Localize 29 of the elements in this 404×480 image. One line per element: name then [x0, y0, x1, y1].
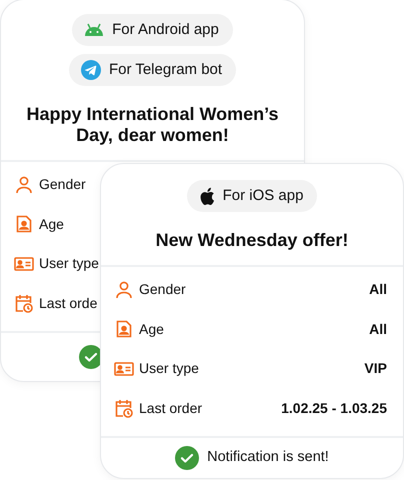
filter-value: All	[369, 320, 387, 339]
status-text: Notification is sent!	[207, 448, 329, 468]
card-title: Happy International Women’s Day, dear women!	[25, 104, 280, 146]
filter-value: VIP	[364, 359, 387, 378]
apple-icon	[198, 187, 215, 205]
filter-label: Age	[139, 320, 164, 339]
filter-label: Gender	[39, 175, 86, 194]
id-card-icon	[14, 256, 34, 272]
filter-label: Last orde	[39, 294, 98, 313]
portrait-icon	[115, 320, 133, 338]
android-icon	[84, 23, 104, 37]
calendar-clock-icon	[115, 398, 133, 418]
id-card-icon	[114, 360, 134, 377]
filter-label: Age	[39, 214, 64, 234]
platform-tag: For Android app	[72, 14, 233, 46]
platform-tag: For iOS app	[186, 180, 318, 212]
person-icon	[15, 176, 33, 194]
person-icon	[115, 280, 133, 299]
filter-label: Gender	[139, 280, 186, 300]
telegram-icon	[80, 60, 101, 80]
filter-label: Last order	[139, 398, 202, 418]
calendar-clock-icon	[15, 294, 33, 313]
filter-label: User type	[39, 254, 99, 274]
filter-label: User type	[139, 359, 199, 378]
card-title: New Wednesday offer!	[156, 230, 348, 251]
filter-value: All	[369, 280, 387, 300]
portrait-icon	[15, 215, 33, 234]
platform-tag: For Telegram bot	[68, 54, 236, 86]
filter-value: 1.02.25 - 1.03.25	[281, 398, 387, 418]
